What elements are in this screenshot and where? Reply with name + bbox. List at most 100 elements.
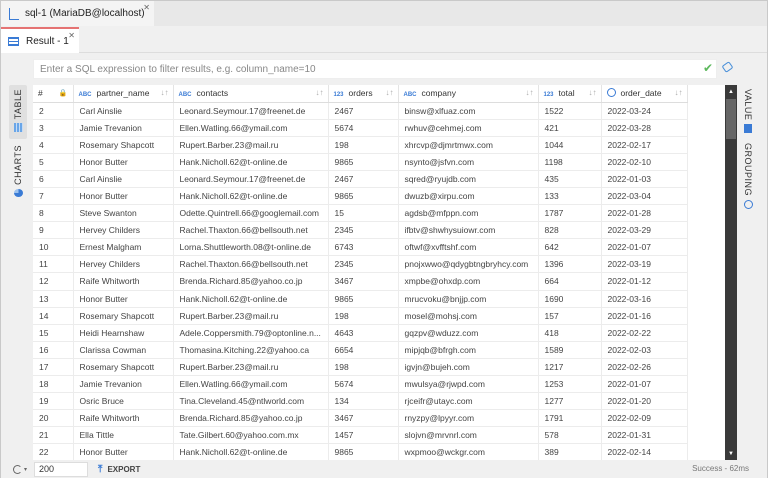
table-cell[interactable]: 2022-01-07	[601, 375, 688, 394]
table-cell[interactable]: 5674	[328, 375, 399, 394]
table-cell[interactable]: 1791	[538, 409, 602, 428]
table-cell[interactable]: 1277	[538, 392, 602, 411]
table-cell[interactable]: 2022-03-29	[601, 221, 688, 240]
table-row[interactable]: 8 Steve Swanton Odette.Quintrell.66@google…	[33, 204, 688, 223]
tab-result-1[interactable]: Result - 1 ✕	[1, 27, 79, 53]
table-cell[interactable]: sqred@ryujdb.com	[398, 170, 539, 188]
table-row[interactable]: 20 Raife Whitworth Brenda.Richard.85@yahoo…	[33, 409, 688, 428]
table-cell[interactable]: Carl Ainslie	[73, 170, 174, 188]
table-cell[interactable]: Hervey Childers	[73, 221, 174, 240]
table-row[interactable]: 3 Jamie Trevanion Ellen.Watling.66@ymail.c…	[33, 119, 688, 137]
table-cell[interactable]: Hank.Nicholl.62@t-online.de	[173, 187, 329, 206]
table-cell[interactable]: Thomasina.Kitching.22@yahoo.ca	[173, 341, 329, 359]
table-cell[interactable]: 4	[33, 136, 74, 154]
table-cell[interactable]: 6	[33, 170, 74, 188]
table-cell[interactable]: Clarissa Cowman	[73, 341, 174, 359]
table-cell[interactable]: 15	[33, 324, 74, 342]
table-row[interactable]: 2 Carl Ainslie Leonard.Seymour.17@freenet.…	[33, 102, 688, 120]
column-header-orders[interactable]: 123 orders ↓↑	[328, 85, 399, 103]
table-row[interactable]: 9 Hervey Childers Rachel.Thaxton.66@bellso…	[33, 221, 688, 240]
table-cell[interactable]: Rosemary Shapcott	[73, 358, 174, 377]
column-header-partner_name[interactable]: ABC partner_name ↓↑	[73, 85, 174, 103]
table-cell[interactable]: 418	[538, 324, 602, 342]
side-tab-value[interactable]: VALUE	[743, 89, 753, 134]
table-cell[interactable]: 2022-01-28	[601, 204, 688, 223]
table-cell[interactable]: 2467	[328, 170, 399, 188]
table-cell[interactable]: 578	[538, 426, 602, 445]
table-cell[interactable]: 9865	[328, 443, 399, 461]
table-cell[interactable]: 664	[538, 272, 602, 291]
table-cell[interactable]: 828	[538, 221, 602, 240]
table-cell[interactable]: dwuzb@xirpu.com	[398, 187, 539, 206]
table-cell[interactable]: nsynto@jsfvn.com	[398, 153, 539, 171]
table-cell[interactable]: 2022-02-26	[601, 358, 688, 377]
table-cell[interactable]: Leonard.Seymour.17@freenet.de	[173, 102, 329, 120]
table-cell[interactable]: 198	[328, 307, 399, 325]
table-row[interactable]: 21 Ella Tittle Tate.Gilbert.60@yahoo.com.m…	[33, 426, 688, 445]
table-cell[interactable]: mwulsya@rjwpd.com	[398, 375, 539, 394]
table-cell[interactable]: Ella Tittle	[73, 426, 174, 445]
filter-input[interactable]	[40, 63, 716, 75]
table-row[interactable]: 17 Rosemary Shapcott Rupert.Barber.23@mail…	[33, 358, 688, 377]
table-row[interactable]: 12 Raife Whitworth Brenda.Richard.85@yahoo…	[33, 272, 688, 291]
table-cell[interactable]: 1457	[328, 426, 399, 445]
table-cell[interactable]: Carl Ainslie	[73, 102, 174, 120]
table-cell[interactable]: 2022-01-31	[601, 426, 688, 445]
table-cell[interactable]: Lorna.Shuttleworth.08@t-online.de	[173, 238, 329, 257]
close-tab-icon[interactable]: ✕	[68, 31, 75, 40]
table-cell[interactable]: 6743	[328, 238, 399, 257]
table-cell[interactable]: Steve Swanton	[73, 204, 174, 223]
table-cell[interactable]: slojvn@mrvnrl.com	[398, 426, 539, 445]
table-cell[interactable]: 9865	[328, 187, 399, 206]
table-cell[interactable]: Jamie Trevanion	[73, 119, 174, 137]
table-cell[interactable]: 2022-02-22	[601, 324, 688, 342]
table-cell[interactable]: 2022-02-17	[601, 136, 688, 154]
table-cell[interactable]: Honor Butter	[73, 153, 174, 171]
table-cell[interactable]: 1044	[538, 136, 602, 154]
table-cell[interactable]: 16	[33, 341, 74, 359]
table-cell[interactable]: 2022-02-14	[601, 443, 688, 461]
table-cell[interactable]: igvjn@bujeh.com	[398, 358, 539, 377]
table-cell[interactable]: 2022-03-04	[601, 187, 688, 206]
column-header-company[interactable]: ABC company ↓↑	[398, 85, 539, 103]
clear-filter-icon[interactable]	[721, 61, 734, 73]
table-cell[interactable]: Honor Butter	[73, 290, 174, 308]
table-cell[interactable]: 2467	[328, 102, 399, 120]
column-header-contacts[interactable]: ABC contacts ↓↑	[173, 85, 329, 103]
table-cell[interactable]: Jamie Trevanion	[73, 375, 174, 394]
table-cell[interactable]: Brenda.Richard.85@yahoo.co.jp	[173, 272, 329, 291]
table-cell[interactable]: 18	[33, 375, 74, 394]
table-cell[interactable]: mrucvoku@bnjjp.com	[398, 290, 539, 308]
table-cell[interactable]: rnyzpy@lpyyr.com	[398, 409, 539, 428]
table-cell[interactable]: Rosemary Shapcott	[73, 307, 174, 325]
table-cell[interactable]: 2022-03-24	[601, 102, 688, 120]
table-cell[interactable]: mosel@mohsj.com	[398, 307, 539, 325]
table-cell[interactable]: 17	[33, 358, 74, 377]
table-cell[interactable]: 3467	[328, 409, 399, 428]
sort-icon[interactable]: ↓↑	[675, 88, 683, 97]
table-cell[interactable]: Ellen.Watling.66@ymail.com	[173, 375, 329, 394]
table-cell[interactable]: 1787	[538, 204, 602, 223]
table-row[interactable]: 5 Honor Butter Hank.Nicholl.62@t-online.de…	[33, 153, 688, 171]
table-cell[interactable]: 8	[33, 204, 74, 223]
table-cell[interactable]: 2022-01-20	[601, 392, 688, 411]
scrollbar-thumb[interactable]	[726, 99, 736, 139]
table-cell[interactable]: binsw@xlfuaz.com	[398, 102, 539, 120]
table-cell[interactable]: 1690	[538, 290, 602, 308]
table-cell[interactable]: 2022-02-10	[601, 153, 688, 171]
table-cell[interactable]: 13	[33, 290, 74, 308]
table-cell[interactable]: 421	[538, 119, 602, 137]
table-cell[interactable]: 2022-01-03	[601, 170, 688, 188]
table-cell[interactable]: xhrcvp@djmrtmwx.com	[398, 136, 539, 154]
table-cell[interactable]: 2022-03-28	[601, 119, 688, 137]
sort-icon[interactable]: ↓↑	[526, 88, 534, 97]
row-limit-input[interactable]	[34, 461, 89, 477]
table-cell[interactable]: 1589	[538, 341, 602, 359]
sort-icon[interactable]: ↓↑	[316, 88, 324, 97]
column-header-total[interactable]: 123 total ↓↑	[538, 85, 602, 103]
table-cell[interactable]: rjceifr@utayc.com	[398, 392, 539, 411]
table-cell[interactable]: Osric Bruce	[73, 392, 174, 411]
table-row[interactable]: 14 Rosemary Shapcott Rupert.Barber.23@mail…	[33, 307, 688, 325]
table-cell[interactable]: ifbtv@shwhysuiowr.com	[398, 221, 539, 240]
table-cell[interactable]: Ernest Malgham	[73, 238, 174, 257]
